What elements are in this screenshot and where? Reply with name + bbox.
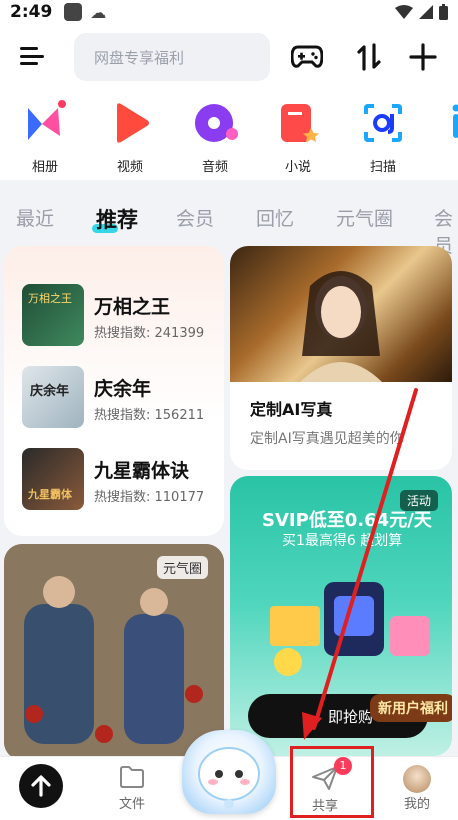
ai-card-title: 定制AI写真 — [250, 400, 333, 419]
search-input[interactable]: 网盘专享福利 — [74, 33, 270, 81]
mascot-face-icon — [198, 747, 260, 809]
app-novel-label: 小说 — [284, 160, 311, 175]
hot-item[interactable]: 万相之王 万相之王 热搜指数: 241399 — [22, 284, 222, 346]
ai-card-subtitle: 定制AI写真遇见超美的你 — [250, 431, 404, 447]
tab-bar: 最近 推荐 会员 回忆 元气圈 会员 — [0, 190, 458, 257]
book-cover-text: 万相之王 — [28, 292, 72, 305]
tab-recommended[interactable]: 推荐 — [92, 204, 138, 234]
book-cover: 万相之王 — [22, 284, 84, 346]
scan-icon — [360, 100, 406, 146]
add-icon[interactable] — [406, 40, 440, 74]
hot-item-title: 九星霸体诀 — [94, 460, 190, 482]
new-user-gift-badge[interactable]: 新用户福利 — [370, 694, 452, 722]
audio-icon — [192, 100, 238, 146]
search-placeholder: 网盘专享福利 — [94, 48, 185, 67]
svip-subtitle: 买1最高得6 超划算 — [282, 533, 403, 549]
book-cover: 九星霸体 — [22, 448, 84, 510]
hot-item-meta: 热搜指数: 156211 — [94, 408, 205, 423]
app-audio[interactable]: 音频 — [180, 100, 250, 175]
hot-item-title: 万相之王 — [94, 296, 171, 318]
app-video[interactable]: 视频 — [95, 100, 165, 175]
app-more-partial[interactable] — [432, 100, 458, 146]
app-album-label: 相册 — [31, 160, 58, 175]
nav-mine-label: 我的 — [403, 797, 430, 812]
folder-icon — [120, 766, 144, 788]
app-video-label: 视频 — [116, 160, 143, 175]
book-cover-text: 九星霸体 — [28, 488, 72, 501]
tab-yuanqi[interactable]: 元气圈 — [336, 204, 393, 231]
tab-memories[interactable]: 回忆 — [256, 204, 294, 231]
upload-button[interactable] — [19, 764, 63, 808]
nav-files[interactable]: 文件 — [102, 765, 162, 812]
upload-arrow-icon — [31, 775, 51, 797]
menu-icon[interactable] — [20, 44, 46, 68]
hot-item[interactable]: 九星霸体 九星霸体诀 热搜指数: 110177 — [22, 448, 222, 510]
book-cover: 庆余年 — [22, 366, 84, 428]
nav-mine[interactable]: 我的 — [387, 765, 447, 812]
hot-item-title: 庆余年 — [94, 378, 152, 400]
hot-item-meta: 热搜指数: 241399 — [94, 326, 205, 341]
photo-post-card[interactable]: 元气圈 — [4, 544, 224, 760]
app-scan-label: 扫描 — [369, 160, 396, 175]
notification-icon — [64, 3, 83, 21]
annotation-highlight-box — [290, 746, 374, 818]
svip-title: SVIP低至0.64元/天 — [262, 510, 432, 531]
more-app-icon — [439, 100, 458, 146]
hot-item-meta: 热搜指数: 110177 — [94, 490, 205, 505]
hot-search-card[interactable]: 万相之王 万相之王 热搜指数: 241399 庆余年 庆余年 热搜指数: 156… — [4, 246, 224, 536]
book-cover-text: 庆余年 — [30, 384, 70, 399]
svip-promo-card[interactable]: 活动 SVIP低至0.64元/天 买1最高得6 超划算 即抢购 新用户福利 — [230, 476, 452, 756]
status-time: 2:49 — [10, 2, 53, 22]
app-novel[interactable]: 小说 — [263, 100, 333, 175]
video-icon — [107, 100, 153, 146]
tab-vip[interactable]: 会员 — [176, 204, 214, 231]
ai-portrait-card[interactable]: 定制AI写真 定制AI写真遇见超美的你 — [230, 246, 452, 470]
signal-icon — [419, 5, 433, 19]
function-grid: 相册 视频 音频 小说 扫描 — [0, 94, 458, 180]
novel-icon — [275, 100, 321, 146]
avatar — [403, 765, 431, 793]
app-album[interactable]: 相册 — [10, 100, 80, 175]
hot-item[interactable]: 庆余年 庆余年 热搜指数: 156211 — [22, 366, 222, 428]
ai-portrait-image — [230, 246, 452, 382]
wifi-icon — [395, 5, 413, 19]
battery-icon — [439, 4, 448, 20]
cloud-icon: ☁ — [90, 2, 107, 22]
yuanqi-badge: 元气圈 — [156, 556, 208, 579]
mascot-assistant-button[interactable] — [182, 730, 276, 814]
nav-files-label: 文件 — [118, 797, 145, 812]
app-audio-label: 音频 — [201, 160, 228, 175]
gift-illustration — [270, 582, 430, 676]
gamepad-icon[interactable] — [290, 40, 324, 74]
transfer-icon[interactable] — [352, 40, 386, 74]
tab-recent[interactable]: 最近 — [16, 204, 54, 231]
app-scan[interactable]: 扫描 — [348, 100, 418, 175]
album-icon — [22, 100, 68, 146]
app-header: 网盘专享福利 — [0, 24, 458, 94]
status-bar: 2:49 ☁ — [0, 0, 458, 24]
